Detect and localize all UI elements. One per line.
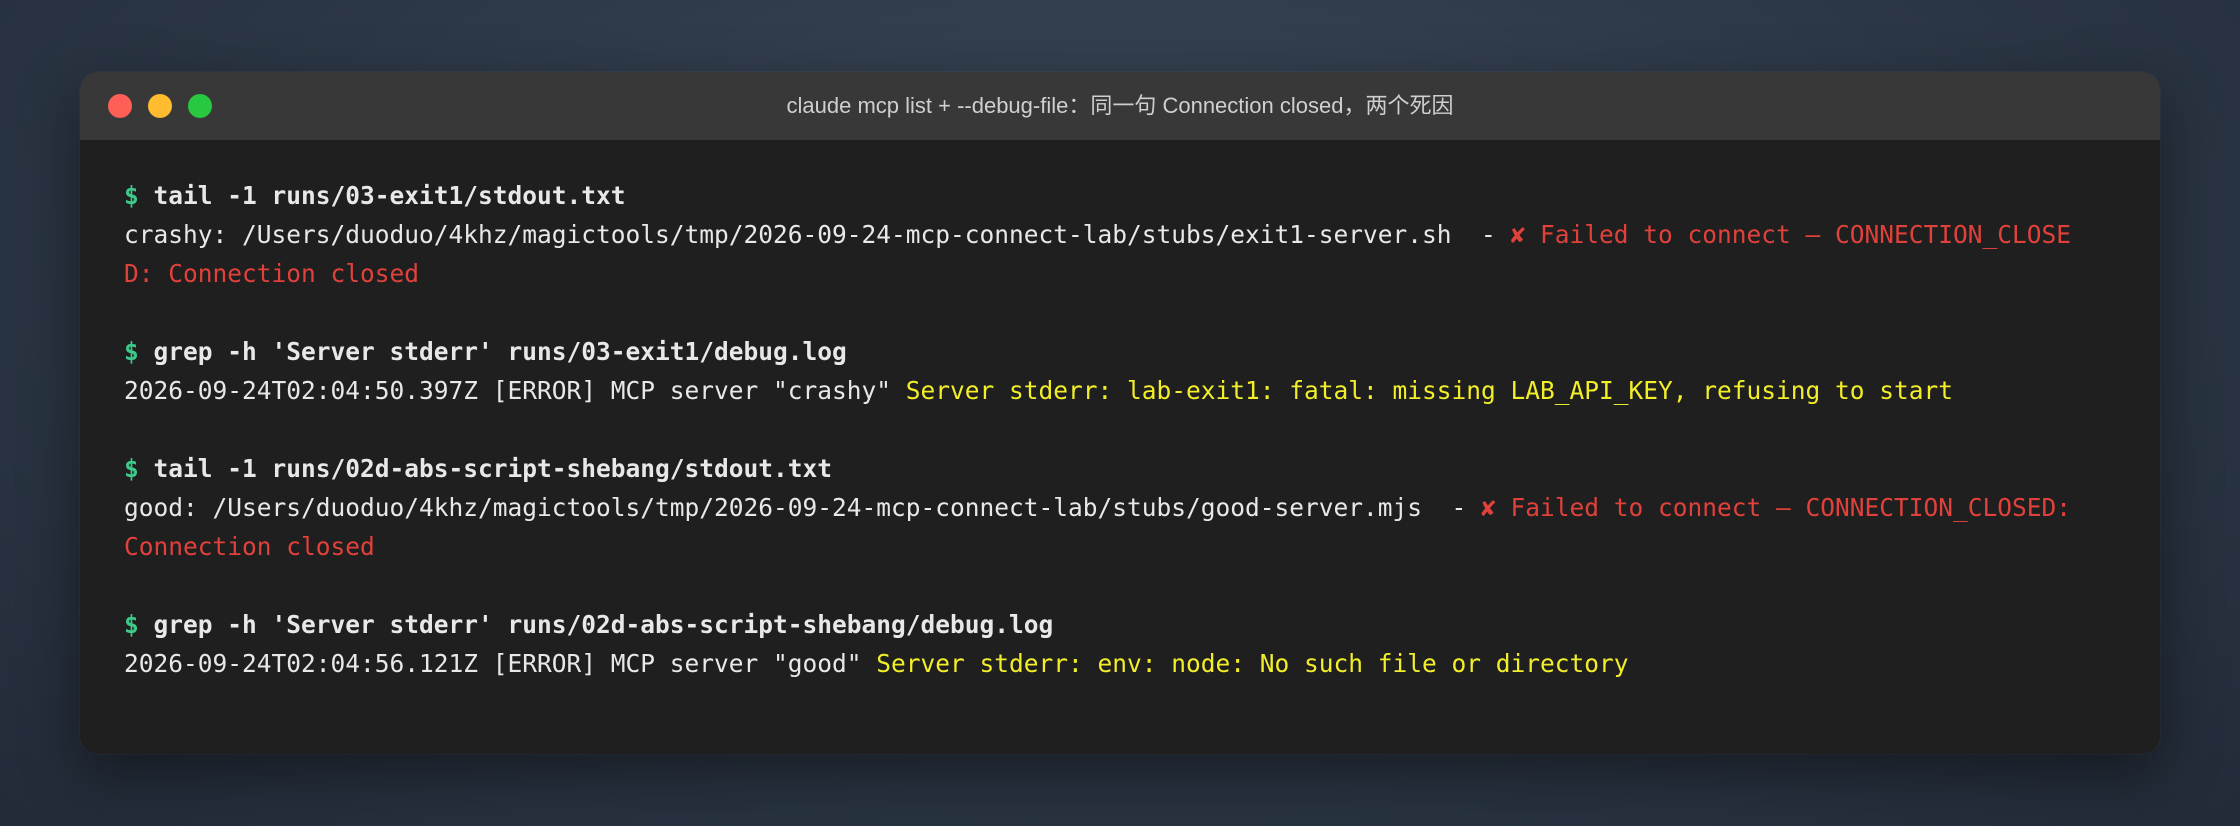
command-line: $ grep -h 'Server stderr' runs/03-exit1/… [124,332,2124,371]
error-text: D: Connection closed [124,259,420,288]
command-text: grep -h 'Server stderr' runs/02d-abs-scr… [153,610,1054,639]
output-line: 2026-09-24T02:04:56.121Z [ERROR] MCP ser… [124,644,2124,683]
output-text: good: /Users/duoduo/4khz/magictools/tmp/… [124,493,1482,522]
title-bar: claude mcp list + --debug-file：同一句 Conne… [80,72,2160,140]
command-text: tail -1 runs/03-exit1/stdout.txt [153,181,626,210]
output-line: Connection closed [124,527,2124,566]
command-line: $ tail -1 runs/03-exit1/stdout.txt [124,176,2124,215]
output-line: D: Connection closed [124,254,2124,293]
output-text: 2026-09-24T02:04:56.121Z [ERROR] MCP ser… [124,649,877,678]
prompt-symbol: $ [124,181,139,210]
command-text: grep -h 'Server stderr' runs/03-exit1/de… [153,337,847,366]
output-line: crashy: /Users/duoduo/4khz/magictools/tm… [124,215,2124,254]
error-text: ✘ Failed to connect — CONNECTION_CLOSE [1510,220,2072,249]
command-line: $ tail -1 runs/02d-abs-script-shebang/st… [124,449,2124,488]
terminal-output[interactable]: $ tail -1 runs/03-exit1/stdout.txt crash… [124,176,2124,683]
error-text: ✘ Failed to connect — CONNECTION_CLOSED: [1481,493,2072,522]
prompt-symbol: $ [124,454,139,483]
window-title: claude mcp list + --debug-file：同一句 Conne… [786,93,1454,118]
terminal-window: claude mcp list + --debug-file：同一句 Conne… [80,72,2160,754]
prompt-symbol: $ [124,337,139,366]
error-text: Connection closed [124,532,375,561]
stderr-highlight-text: Server stderr: env: node: No such file o… [876,649,1629,678]
output-line: 2026-09-24T02:04:50.397Z [ERROR] MCP ser… [124,371,2124,410]
stderr-highlight-text: Server stderr: lab-exit1: fatal: missing… [905,376,1954,405]
output-line: good: /Users/duoduo/4khz/magictools/tmp/… [124,488,2124,527]
output-text: crashy: /Users/duoduo/4khz/magictools/tm… [124,220,1511,249]
output-text: 2026-09-24T02:04:50.397Z [ERROR] MCP ser… [124,376,906,405]
command-line: $ grep -h 'Server stderr' runs/02d-abs-s… [124,605,2124,644]
command-text: tail -1 runs/02d-abs-script-shebang/stdo… [153,454,833,483]
prompt-symbol: $ [124,610,139,639]
